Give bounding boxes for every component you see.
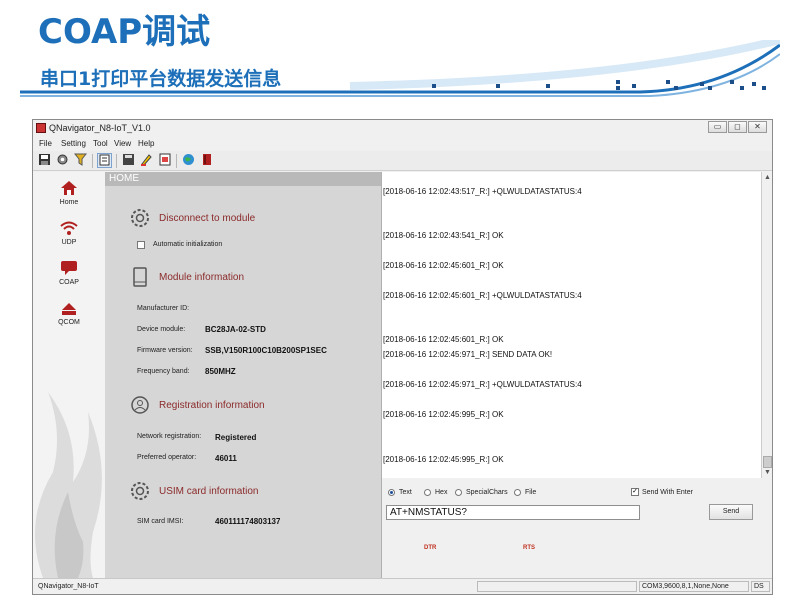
transfer-icon (62, 303, 76, 315)
log-line: [2018-06-16 12:02:45:995_R:] OK (383, 455, 504, 464)
dtr-toggle[interactable]: DTR (424, 545, 436, 551)
module-icon (133, 267, 147, 287)
settings-gear-icon[interactable] (55, 153, 70, 168)
globe-icon[interactable] (181, 153, 196, 168)
scroll-down-icon[interactable]: ▼ (763, 468, 772, 477)
disk-icon[interactable] (121, 153, 136, 168)
title-bar: QNavigator_N8-IoT_V1.0 ▭ ◻ ✕ (33, 120, 772, 137)
save-icon[interactable] (37, 153, 52, 168)
radio-specialchars[interactable] (455, 489, 462, 496)
radio-file-label: File (525, 489, 537, 496)
rts-toggle[interactable]: RTS (523, 545, 535, 551)
frequency-value: 850MHZ (205, 367, 236, 376)
status-app-name: QNavigator_N8-IoT (38, 583, 99, 590)
nav-home-label: Home (59, 199, 79, 206)
module-info-title: Module information (159, 272, 245, 283)
nav-home[interactable]: Home (33, 180, 105, 206)
radio-specialchars-label: SpecialChars (466, 489, 508, 496)
scroll-up-icon[interactable]: ▲ (763, 173, 772, 182)
send-button[interactable]: Send (709, 504, 753, 520)
send-with-enter-label: Send With Enter (642, 489, 693, 496)
slide-subtitle: 串口1打印平台数据发送信息 (40, 68, 282, 90)
wifi-icon (60, 221, 78, 235)
status-tail: DS (751, 581, 770, 592)
registration-info-title: Registration information (159, 400, 265, 411)
left-nav: Home UDP COAP QCOM (33, 172, 105, 578)
preferred-operator-value: 46011 (215, 454, 237, 463)
log-line: [2018-06-16 12:02:45:601_R:] OK (383, 335, 504, 344)
decorative-dots (432, 80, 766, 90)
status-blank (477, 581, 637, 592)
radio-text-label: Text (399, 489, 412, 496)
slide-title: COAP调试 (38, 12, 211, 52)
document-icon[interactable] (97, 153, 112, 168)
home-header: HOME (105, 172, 381, 186)
window-title: QNavigator_N8-IoT_V1.0 (49, 123, 151, 133)
device-module-value: BC28JA-02-STD (205, 325, 266, 334)
manufacturer-label: Manufacturer ID: (137, 305, 190, 312)
radio-hex[interactable] (424, 489, 431, 496)
maximize-button[interactable]: ◻ (728, 121, 747, 133)
log-line: [2018-06-16 12:02:45:971_R:] +QLWULDATAS… (383, 380, 582, 389)
frequency-label: Frequency band: (137, 368, 190, 375)
menu-file[interactable]: File (39, 139, 52, 148)
usim-info-title: USIM card information (159, 486, 259, 497)
nav-coap-label: COAP (59, 279, 79, 286)
book-icon[interactable] (199, 153, 214, 168)
minimize-button[interactable]: ▭ (708, 121, 727, 133)
send-panel: Text Hex SpecialChars File ✓ Send With E… (381, 478, 772, 578)
log-line: [2018-06-16 12:02:45:601_R:] OK (383, 261, 504, 270)
home-icon (61, 181, 77, 195)
flame-decoration (35, 392, 102, 578)
nav-coap[interactable]: COAP (33, 260, 105, 286)
send-with-enter-checkbox[interactable]: ✓ (631, 488, 639, 496)
toolbar (33, 151, 772, 171)
radio-text[interactable] (388, 489, 395, 496)
app-logo-icon (36, 123, 46, 133)
filter-icon[interactable] (73, 153, 88, 168)
nav-qcom[interactable]: QCOM (33, 300, 105, 326)
app-window: QNavigator_N8-IoT_V1.0 ▭ ◻ ✕ File Settin… (32, 119, 773, 595)
gear-icon (131, 209, 149, 227)
log-scrollbar[interactable]: ▲ ▼ (761, 172, 772, 478)
imsi-label: SIM card IMSI: (137, 518, 184, 525)
network-registration-label: Network registration: (137, 433, 202, 440)
log-line: [2018-06-16 12:02:45:971_R:] SEND DATA O… (383, 350, 553, 359)
log-line: [2018-06-16 12:02:43:541_R:] OK (383, 231, 504, 240)
nav-udp-label: UDP (61, 239, 77, 246)
auto-init-label: Automatic initialization (153, 241, 223, 248)
nav-udp[interactable]: UDP (33, 220, 105, 246)
radio-file[interactable] (514, 489, 521, 496)
module-info-panel: HOME Disconnect to module Automatic init… (105, 172, 381, 578)
command-input[interactable]: AT+NMSTATUS? (386, 505, 640, 520)
network-registration-value: Registered (215, 433, 257, 442)
highlighter-icon[interactable] (139, 153, 154, 168)
log-output[interactable]: [2018-06-16 12:02:43:517_R:] +QLWULDATAS… (381, 172, 761, 478)
firmware-label: Firmware version: (137, 347, 193, 354)
usim-gear-icon (131, 482, 149, 500)
scroll-thumb[interactable] (763, 456, 772, 468)
status-bar: QNavigator_N8-IoT COM3,9600,8,1,None,Non… (33, 578, 772, 594)
menu-bar: File Setting Tool View Help (33, 137, 772, 150)
menu-tool[interactable]: Tool (93, 139, 108, 148)
preferred-operator-label: Preferred operator: (137, 454, 197, 461)
chat-icon (61, 261, 77, 275)
report-icon[interactable] (157, 153, 172, 168)
radio-hex-label: Hex (435, 489, 448, 496)
menu-setting[interactable]: Setting (61, 139, 86, 148)
imsi-value: 460111174803137 (215, 517, 281, 526)
log-line: [2018-06-16 12:02:45:995_R:] OK (383, 410, 504, 419)
auto-init-checkbox[interactable] (137, 241, 145, 249)
close-button[interactable]: ✕ (748, 121, 767, 133)
menu-view[interactable]: View (114, 139, 131, 148)
device-module-label: Device module: (137, 326, 186, 333)
registration-icon (131, 396, 149, 414)
menu-help[interactable]: Help (138, 139, 154, 148)
disconnect-module-link[interactable]: Disconnect to module (159, 213, 255, 224)
log-line: [2018-06-16 12:02:45:601_R:] +QLWULDATAS… (383, 291, 582, 300)
status-port: COM3,9600,8,1,None,None (639, 581, 749, 592)
log-line: [2018-06-16 12:02:43:517_R:] +QLWULDATAS… (383, 187, 582, 196)
firmware-value: SSB,V150R100C10B200SP1SEC (205, 346, 327, 355)
nav-qcom-label: QCOM (58, 319, 80, 326)
